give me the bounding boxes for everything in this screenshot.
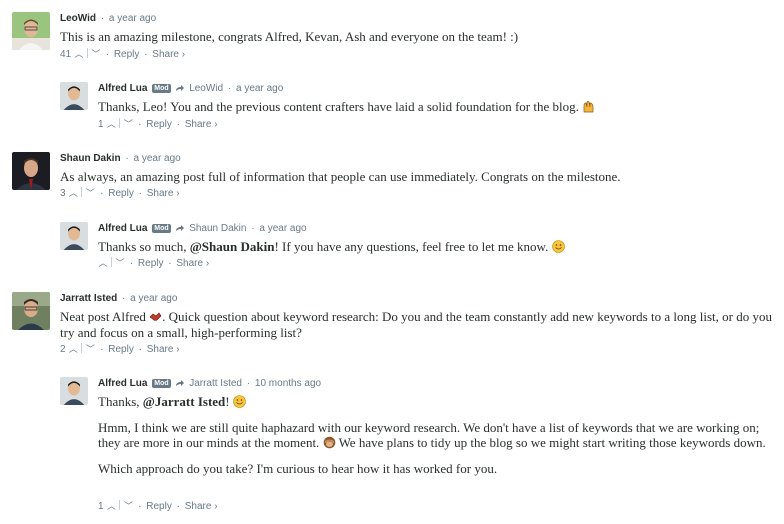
share-button[interactable]: Share › (147, 344, 180, 355)
avatar[interactable] (12, 152, 50, 190)
comment-footer: ︿ ﹀ · Reply · Share › (98, 257, 210, 269)
upvote-icon[interactable]: ︿ (74, 48, 84, 60)
share-button[interactable]: Share › (185, 501, 218, 512)
reply-to-name[interactable]: Jarratt Isted (189, 378, 242, 389)
downvote-icon[interactable]: ﹀ (123, 500, 133, 512)
comment-footer: 2 ︿ ﹀ · Reply · Share › (60, 343, 180, 355)
reply-button[interactable]: Reply (138, 258, 164, 269)
comment-paragraph: Which approach do you take? I'm curious … (98, 460, 498, 476)
handshake-emoji (149, 312, 162, 321)
mod-badge: Mod (152, 379, 171, 388)
share-button[interactable]: Share › (176, 258, 209, 269)
comment-body: Neat post Alfred . Quick question about … (60, 309, 772, 340)
comment-body: Thanks so much, @Shaun Dakin! If you hav… (98, 239, 565, 255)
avatar[interactable] (60, 82, 88, 110)
avatar-alfred-icon (60, 222, 88, 250)
vote-count: 1 (98, 119, 104, 130)
divider (111, 257, 112, 267)
vote-count: 2 (60, 344, 66, 355)
author-name[interactable]: Alfred Lua (98, 378, 147, 389)
comment-meta: Alfred Lua Mod LeoWid · a year ago (98, 83, 284, 94)
reply-button[interactable]: Reply (108, 188, 134, 199)
reply-button[interactable]: Reply (146, 501, 172, 512)
timestamp[interactable]: a year ago (133, 153, 180, 164)
downvote-icon[interactable]: ﹀ (85, 343, 95, 355)
comment-meta: Alfred Lua Mod Shaun Dakin · a year ago (98, 223, 307, 234)
vote-count: 3 (60, 188, 66, 199)
upvote-icon[interactable]: ︿ (106, 118, 116, 130)
comment-footer: 3 ︿ ﹀ · Reply · Share › (60, 187, 180, 199)
avatar-jarratt-icon (12, 292, 50, 330)
vote-count: 1 (98, 501, 104, 512)
share-button[interactable]: Share › (152, 49, 185, 60)
comment-meta: Shaun Dakin · a year ago (60, 153, 181, 164)
avatar-shaun-icon (12, 152, 50, 190)
author-name[interactable]: Alfred Lua (98, 83, 147, 94)
comment-footer: 1 ︿ ﹀ · Reply · Share › (98, 118, 218, 130)
reply-button[interactable]: Reply (108, 344, 134, 355)
reply-button[interactable]: Reply (114, 49, 140, 60)
comment-meta: LeoWid · a year ago (60, 13, 157, 24)
upvote-icon[interactable]: ︿ (106, 500, 116, 512)
avatar[interactable] (60, 222, 88, 250)
timestamp[interactable]: 10 months ago (255, 378, 321, 389)
user-mention[interactable]: @Jarratt Isted (143, 394, 226, 409)
comment-footer: 41 ︿ ﹀ · Reply · Share › (60, 48, 186, 60)
reply-to-name[interactable]: LeoWid (189, 83, 223, 94)
avatar[interactable] (60, 377, 88, 405)
comment-paragraph: Hmm, I think we are still quite haphazar… (98, 419, 766, 451)
comment-meta: Jarratt Isted · a year ago (60, 293, 178, 304)
author-name[interactable]: Jarratt Isted (60, 293, 117, 304)
comment-footer: 1 ︿ ﹀ · Reply · Share › (98, 500, 218, 512)
smiley-emoji (233, 395, 246, 408)
raised-hands-emoji (583, 101, 594, 113)
avatar-leowid-icon (12, 12, 50, 50)
timestamp[interactable]: a year ago (259, 223, 306, 234)
comment-body: This is an amazing milestone, congrats A… (60, 29, 519, 44)
downvote-icon[interactable]: ﹀ (115, 257, 125, 269)
avatar-alfred-icon (60, 377, 88, 405)
comment-body: Thanks, @Jarratt Isted! Hmm, I think we … (98, 394, 772, 486)
divider (86, 48, 88, 58)
vote-count: 41 (60, 49, 72, 60)
avatar[interactable] (12, 12, 50, 50)
reply-to-name[interactable]: Shaun Dakin (189, 223, 246, 234)
share-button[interactable]: Share › (147, 188, 180, 199)
see-no-evil-monkey-emoji (323, 436, 335, 449)
divider (119, 118, 121, 128)
share-button[interactable]: Share › (185, 119, 218, 130)
avatar[interactable] (12, 292, 50, 330)
timestamp[interactable]: a year ago (236, 83, 283, 94)
upvote-icon[interactable]: ︿ (68, 187, 78, 199)
user-mention[interactable]: @Shaun Dakin (190, 239, 275, 254)
timestamp[interactable]: a year ago (109, 13, 156, 24)
mod-badge: Mod (152, 84, 171, 93)
smiley-emoji (551, 240, 565, 253)
comment-body: Thanks, Leo! You and the previous conten… (98, 99, 595, 115)
downvote-icon[interactable]: ﹀ (123, 118, 133, 130)
mod-badge: Mod (152, 224, 171, 233)
author-name[interactable]: Alfred Lua (98, 223, 147, 234)
reply-arrow-icon (176, 225, 185, 231)
downvote-icon[interactable]: ﹀ (85, 187, 95, 199)
comment-body: As always, an amazing post full of infor… (60, 169, 621, 184)
comment-paragraph: Thanks, @Jarratt Isted! (98, 394, 772, 410)
comment-meta: Alfred Lua Mod Jarratt Isted · 10 months… (98, 378, 322, 389)
divider (81, 187, 83, 197)
upvote-icon[interactable]: ︿ (68, 343, 78, 355)
reply-arrow-icon (176, 85, 185, 91)
timestamp[interactable]: a year ago (130, 293, 177, 304)
downvote-icon[interactable]: ﹀ (91, 48, 101, 60)
reply-arrow-icon (176, 380, 185, 386)
upvote-icon[interactable]: ︿ (98, 257, 108, 269)
avatar-alfred-icon (60, 82, 88, 110)
divider (81, 343, 83, 353)
author-name[interactable]: Shaun Dakin (60, 153, 121, 164)
divider (119, 500, 121, 510)
author-name[interactable]: LeoWid (60, 13, 96, 24)
reply-button[interactable]: Reply (146, 119, 172, 130)
